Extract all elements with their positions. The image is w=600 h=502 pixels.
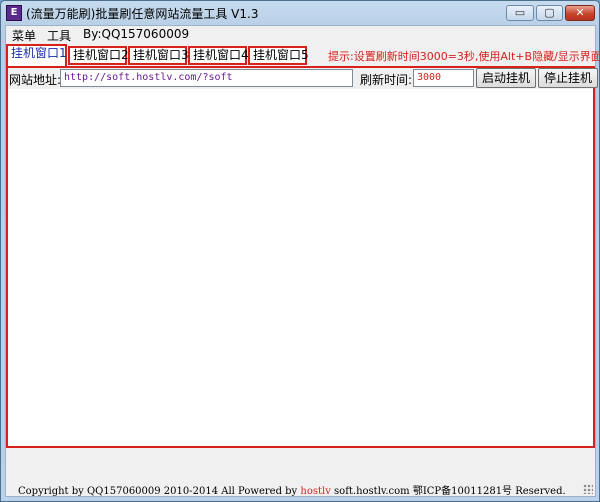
tab-window-3[interactable]: 挂机窗口3 xyxy=(128,46,189,65)
brand-link[interactable]: hostlv xyxy=(300,486,330,497)
stop-button[interactable]: 停止挂机 xyxy=(538,68,598,88)
hint-text: 提示:设置刷新时间3000=3秒,使用Alt+B隐藏/显示界面 xyxy=(328,50,600,63)
control-row: 网站地址: http://soft.hostlv.com/?soft 刷新时间:… xyxy=(8,68,598,89)
client-area: 菜单 工具 By:QQ157060009 挂机窗口1 挂机窗口2 挂机窗口3 挂… xyxy=(5,25,600,497)
menu-item-menu[interactable]: 菜单 xyxy=(12,27,36,44)
tab-strip: 挂机窗口1 挂机窗口2 挂机窗口3 挂机窗口4 挂机窗口5 提示:设置刷新时间3… xyxy=(6,44,600,66)
copyright-text: Copyright by QQ157060009 2010-2014 All P… xyxy=(18,482,566,497)
browser-view[interactable] xyxy=(8,89,593,446)
tab-panel: 网站地址: http://soft.hostlv.com/?soft 刷新时间:… xyxy=(6,66,598,448)
url-input[interactable]: http://soft.hostlv.com/?soft xyxy=(60,69,353,87)
title-bar[interactable]: E (流量万能刷)批量刷任意网站流量工具 V1.3 ▭ ▢ ✕ xyxy=(1,1,599,25)
tab-window-5[interactable]: 挂机窗口5 xyxy=(248,46,309,65)
menu-item-tools[interactable]: 工具 xyxy=(47,27,71,44)
tab-window-4[interactable]: 挂机窗口4 xyxy=(188,46,249,65)
minimize-button[interactable]: ▭ xyxy=(506,5,534,21)
maximize-button[interactable]: ▢ xyxy=(536,5,563,21)
url-label: 网站地址: xyxy=(9,73,62,87)
copyright-prefix: Copyright by QQ157060009 2010-2014 All P… xyxy=(18,486,301,497)
interval-label: 刷新时间: xyxy=(360,73,413,87)
copyright-suffix: soft.hostlv.com 鄂ICP备10011281号 Reserved. xyxy=(330,486,566,497)
window-title: (流量万能刷)批量刷任意网站流量工具 V1.3 xyxy=(26,7,259,21)
tab-window-1[interactable]: 挂机窗口1 xyxy=(6,44,67,66)
app-window: E (流量万能刷)批量刷任意网站流量工具 V1.3 ▭ ▢ ✕ 菜单 工具 By… xyxy=(0,0,600,502)
app-logo-icon: E xyxy=(6,5,22,21)
start-button[interactable]: 启动挂机 xyxy=(476,68,536,88)
close-button[interactable]: ✕ xyxy=(565,5,595,21)
interval-input[interactable]: 3000 xyxy=(413,69,474,87)
tab-window-2[interactable]: 挂机窗口2 xyxy=(68,46,129,65)
menu-bar: 菜单 工具 By:QQ157060009 xyxy=(6,26,595,44)
status-bar: Copyright by QQ157060009 2010-2014 All P… xyxy=(6,478,595,497)
menu-item-author[interactable]: By:QQ157060009 xyxy=(83,27,189,41)
resize-grip-icon[interactable] xyxy=(583,484,593,494)
